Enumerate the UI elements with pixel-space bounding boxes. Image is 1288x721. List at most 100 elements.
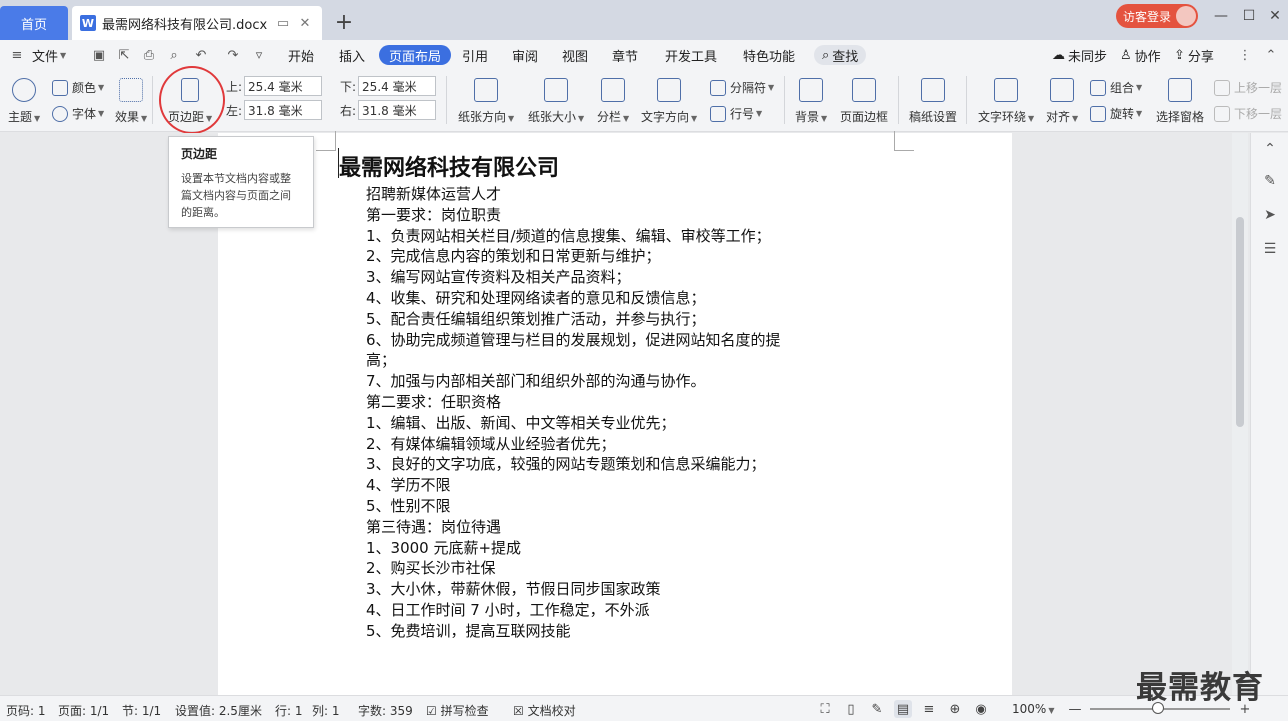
page-border-button[interactable]: 页面边框 bbox=[840, 78, 888, 125]
spell-check-button[interactable]: ☑ 拼写检查 bbox=[426, 702, 489, 719]
margin-left-input[interactable] bbox=[244, 100, 323, 120]
document-line[interactable]: 4、收集、研究和处理网络读者的意见和反馈信息； bbox=[366, 288, 836, 309]
theme-button[interactable]: 主题 ▼ bbox=[8, 78, 40, 125]
document-line[interactable]: 5、性别不限 bbox=[366, 496, 836, 517]
sync-status[interactable]: ☁ 未同步 bbox=[1052, 45, 1107, 65]
document-line[interactable]: 3、良好的文字功底，较强的网站专题策划和信息采编能力； bbox=[366, 454, 836, 475]
collapse-panel-icon[interactable]: ⌃ bbox=[1260, 139, 1280, 159]
redo-icon[interactable]: ↷ bbox=[224, 46, 242, 64]
read-mode-icon[interactable]: ▯ bbox=[842, 700, 860, 718]
document-line[interactable]: 3、编写网站宣传资料及相关产品资料； bbox=[366, 267, 836, 288]
collapse-ribbon-icon[interactable]: ⌃ bbox=[1262, 46, 1280, 64]
rotate-button[interactable]: 旋转 ▼ bbox=[1090, 105, 1142, 122]
document-line[interactable]: 高； bbox=[366, 350, 836, 371]
document-line[interactable]: 招聘新媒体运营人才 bbox=[366, 184, 836, 205]
document-line[interactable]: 1、编辑、出版、新闻、中文等相关专业优先； bbox=[366, 413, 836, 434]
group-button[interactable]: 组合 ▼ bbox=[1090, 79, 1142, 96]
background-button[interactable]: 背景 ▼ bbox=[795, 78, 827, 125]
document-line[interactable]: 7、加强与内部相关部门和组织外部的沟通与协作。 bbox=[366, 371, 836, 392]
more-icon[interactable]: ⋮ bbox=[1236, 46, 1254, 64]
pen-icon[interactable]: ✎ bbox=[1260, 171, 1280, 191]
align-button[interactable]: 对齐 ▼ bbox=[1046, 78, 1078, 125]
document-line[interactable]: 4、日工作时间 7 小时，工作稳定，不外派 bbox=[366, 600, 836, 621]
zoom-out-icon[interactable]: — bbox=[1066, 700, 1084, 718]
margin-bottom-input[interactable] bbox=[358, 76, 437, 96]
share-button[interactable]: ⇪ 分享 bbox=[1174, 45, 1214, 65]
doc-proof-button[interactable]: ☒ 文档校对 bbox=[513, 702, 576, 719]
menu-insert[interactable]: 插入 bbox=[339, 45, 365, 65]
collab-button[interactable]: ♙ 协作 bbox=[1120, 45, 1161, 65]
visitor-login-button[interactable]: 访客登录 bbox=[1116, 4, 1198, 28]
settings-sliders-icon[interactable]: ☰ bbox=[1260, 239, 1280, 259]
text-direction-button[interactable]: 文字方向 ▼ bbox=[641, 78, 697, 125]
menu-start[interactable]: 开始 bbox=[288, 45, 314, 65]
menu-features[interactable]: 特色功能 bbox=[743, 45, 795, 65]
new-tab-button[interactable]: + bbox=[332, 10, 356, 35]
zoom-level[interactable]: 100% ▼ bbox=[1012, 702, 1054, 716]
document-line[interactable]: 2、购买长沙市社保 bbox=[366, 558, 836, 579]
document-body[interactable]: 招聘新媒体运营人才 第一要求：岗位职责 1、负责网站相关栏目/频道的信息搜集、编辑、… bbox=[366, 184, 836, 642]
document-line[interactable]: 2、完成信息内容的策划和日常更新与维护； bbox=[366, 246, 836, 267]
tooltip-body: 设置本节文档内容或整篇文档内容与页面之间的距离。 bbox=[181, 172, 291, 219]
minimize-icon[interactable]: — bbox=[1208, 6, 1234, 26]
font-button[interactable]: 字体 ▼ bbox=[52, 105, 104, 122]
separator-button[interactable]: 分隔符 ▼ bbox=[710, 79, 774, 96]
document-heading[interactable]: 最需网络科技有限公司 bbox=[339, 150, 559, 182]
save-icon[interactable]: ▣ bbox=[90, 46, 108, 64]
line-number-button[interactable]: 行号 ▼ bbox=[710, 105, 762, 122]
print-preview-icon[interactable]: ⌕ bbox=[165, 46, 183, 64]
close-icon[interactable]: ✕ bbox=[296, 14, 314, 32]
menu-view[interactable]: 视图 bbox=[562, 45, 588, 65]
outline-view-icon[interactable]: ≡ bbox=[920, 700, 938, 718]
document-line[interactable]: 第二要求：任职资格 bbox=[366, 392, 836, 413]
customize-icon[interactable]: ▿ bbox=[250, 46, 268, 64]
document-line[interactable]: 2、有媒体编辑领域从业经验者优先； bbox=[366, 434, 836, 455]
margin-right-input[interactable] bbox=[358, 100, 437, 120]
paper-size-button[interactable]: 纸张大小 ▼ bbox=[528, 78, 584, 125]
document-line[interactable]: 第一要求：岗位职责 bbox=[366, 205, 836, 226]
print-icon[interactable]: ⎙ bbox=[140, 46, 158, 64]
select-pane-button[interactable]: 选择窗格 bbox=[1156, 78, 1204, 125]
export-icon[interactable]: ⇱ bbox=[115, 46, 133, 64]
maximize-icon[interactable]: ☐ bbox=[1236, 6, 1262, 26]
document-line[interactable]: 5、配合责任编辑组织策划推广活动，并参与执行； bbox=[366, 309, 836, 330]
menu-review[interactable]: 审阅 bbox=[512, 45, 538, 65]
document-line[interactable]: 5、免费培训，提高互联网技能 bbox=[366, 621, 836, 642]
effect-button[interactable]: 效果 ▼ bbox=[115, 78, 147, 125]
status-words[interactable]: 字数: 359 bbox=[358, 702, 413, 719]
eye-protect-icon[interactable]: ◉ bbox=[972, 700, 990, 718]
menu-reference[interactable]: 引用 bbox=[462, 45, 488, 65]
hamburger-icon[interactable]: ≡ bbox=[8, 46, 26, 64]
document-line[interactable]: 第三待遇：岗位待遇 bbox=[366, 517, 836, 538]
move-up-button[interactable]: 上移一层 bbox=[1214, 79, 1282, 96]
scroll-thumb[interactable] bbox=[1236, 217, 1244, 427]
window-close-icon[interactable]: ✕ bbox=[1262, 6, 1288, 26]
columns-button[interactable]: 分栏 ▼ bbox=[597, 78, 629, 125]
write-mode-icon[interactable]: ✎ bbox=[868, 700, 886, 718]
menu-chapter[interactable]: 章节 bbox=[612, 45, 638, 65]
document-line[interactable]: 4、学历不限 bbox=[366, 475, 836, 496]
menu-developer[interactable]: 开发工具 bbox=[665, 45, 717, 65]
text-wrap-button[interactable]: 文字环绕 ▼ bbox=[978, 78, 1034, 125]
margin-top-input[interactable] bbox=[244, 76, 323, 96]
move-down-button[interactable]: 下移一层 bbox=[1214, 105, 1282, 122]
orientation-button[interactable]: 纸张方向 ▼ bbox=[458, 78, 514, 125]
menu-file[interactable]: 文件 ▼ bbox=[32, 45, 66, 65]
vertical-scrollbar[interactable] bbox=[1232, 133, 1248, 695]
document-line[interactable]: 1、负责网站相关栏目/频道的信息搜集、编辑、审校等工作； bbox=[366, 226, 836, 247]
tab-document[interactable]: W 最需网络科技有限公司.docx ▭ ✕ bbox=[72, 6, 322, 40]
search-button[interactable]: ⌕ 查找 bbox=[814, 45, 867, 65]
monitor-icon[interactable]: ▭ bbox=[274, 14, 292, 32]
document-line[interactable]: 3、大小休，带薪休假，节假日同步国家政策 bbox=[366, 579, 836, 600]
color-button[interactable]: 颜色 ▼ bbox=[52, 79, 104, 96]
pointer-icon[interactable]: ➤ bbox=[1260, 205, 1280, 225]
document-line[interactable]: 6、协助完成频道管理与栏目的发展规划，促进网站知名度的提 bbox=[366, 330, 836, 351]
document-line[interactable]: 1、3000 元底薪+提成 bbox=[366, 538, 836, 559]
page-view-icon[interactable]: ▤ bbox=[894, 700, 912, 718]
web-view-icon[interactable]: ⊕ bbox=[946, 700, 964, 718]
menu-page-layout[interactable]: 页面布局 bbox=[379, 45, 452, 65]
tab-home[interactable]: 首页 bbox=[0, 6, 68, 40]
undo-icon[interactable]: ↶ bbox=[192, 46, 210, 64]
paper-setup-button[interactable]: 稿纸设置 bbox=[909, 78, 957, 125]
fullscreen-icon[interactable]: ⛶ bbox=[816, 700, 834, 718]
